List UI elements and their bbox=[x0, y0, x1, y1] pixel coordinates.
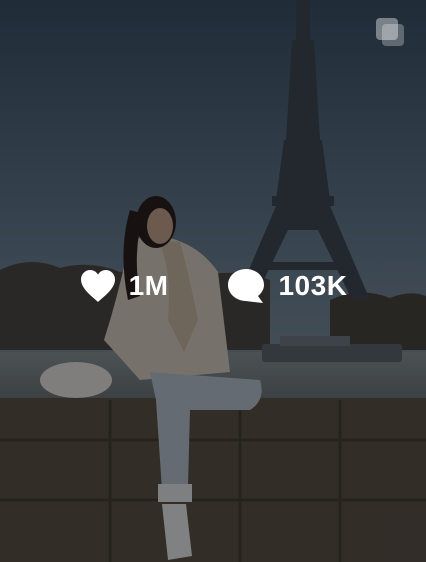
likes-stat[interactable]: 1M bbox=[79, 268, 169, 304]
likes-count: 1M bbox=[128, 270, 169, 301]
carousel-icon bbox=[374, 16, 406, 48]
engagement-stats: 1M 103K bbox=[0, 266, 426, 306]
comments-count: 103K bbox=[278, 270, 348, 301]
post-tile[interactable]: 1M 103K bbox=[0, 0, 426, 562]
comments-stat[interactable]: 103K bbox=[226, 267, 347, 305]
comment-icon bbox=[226, 267, 266, 305]
heart-icon bbox=[79, 268, 117, 304]
